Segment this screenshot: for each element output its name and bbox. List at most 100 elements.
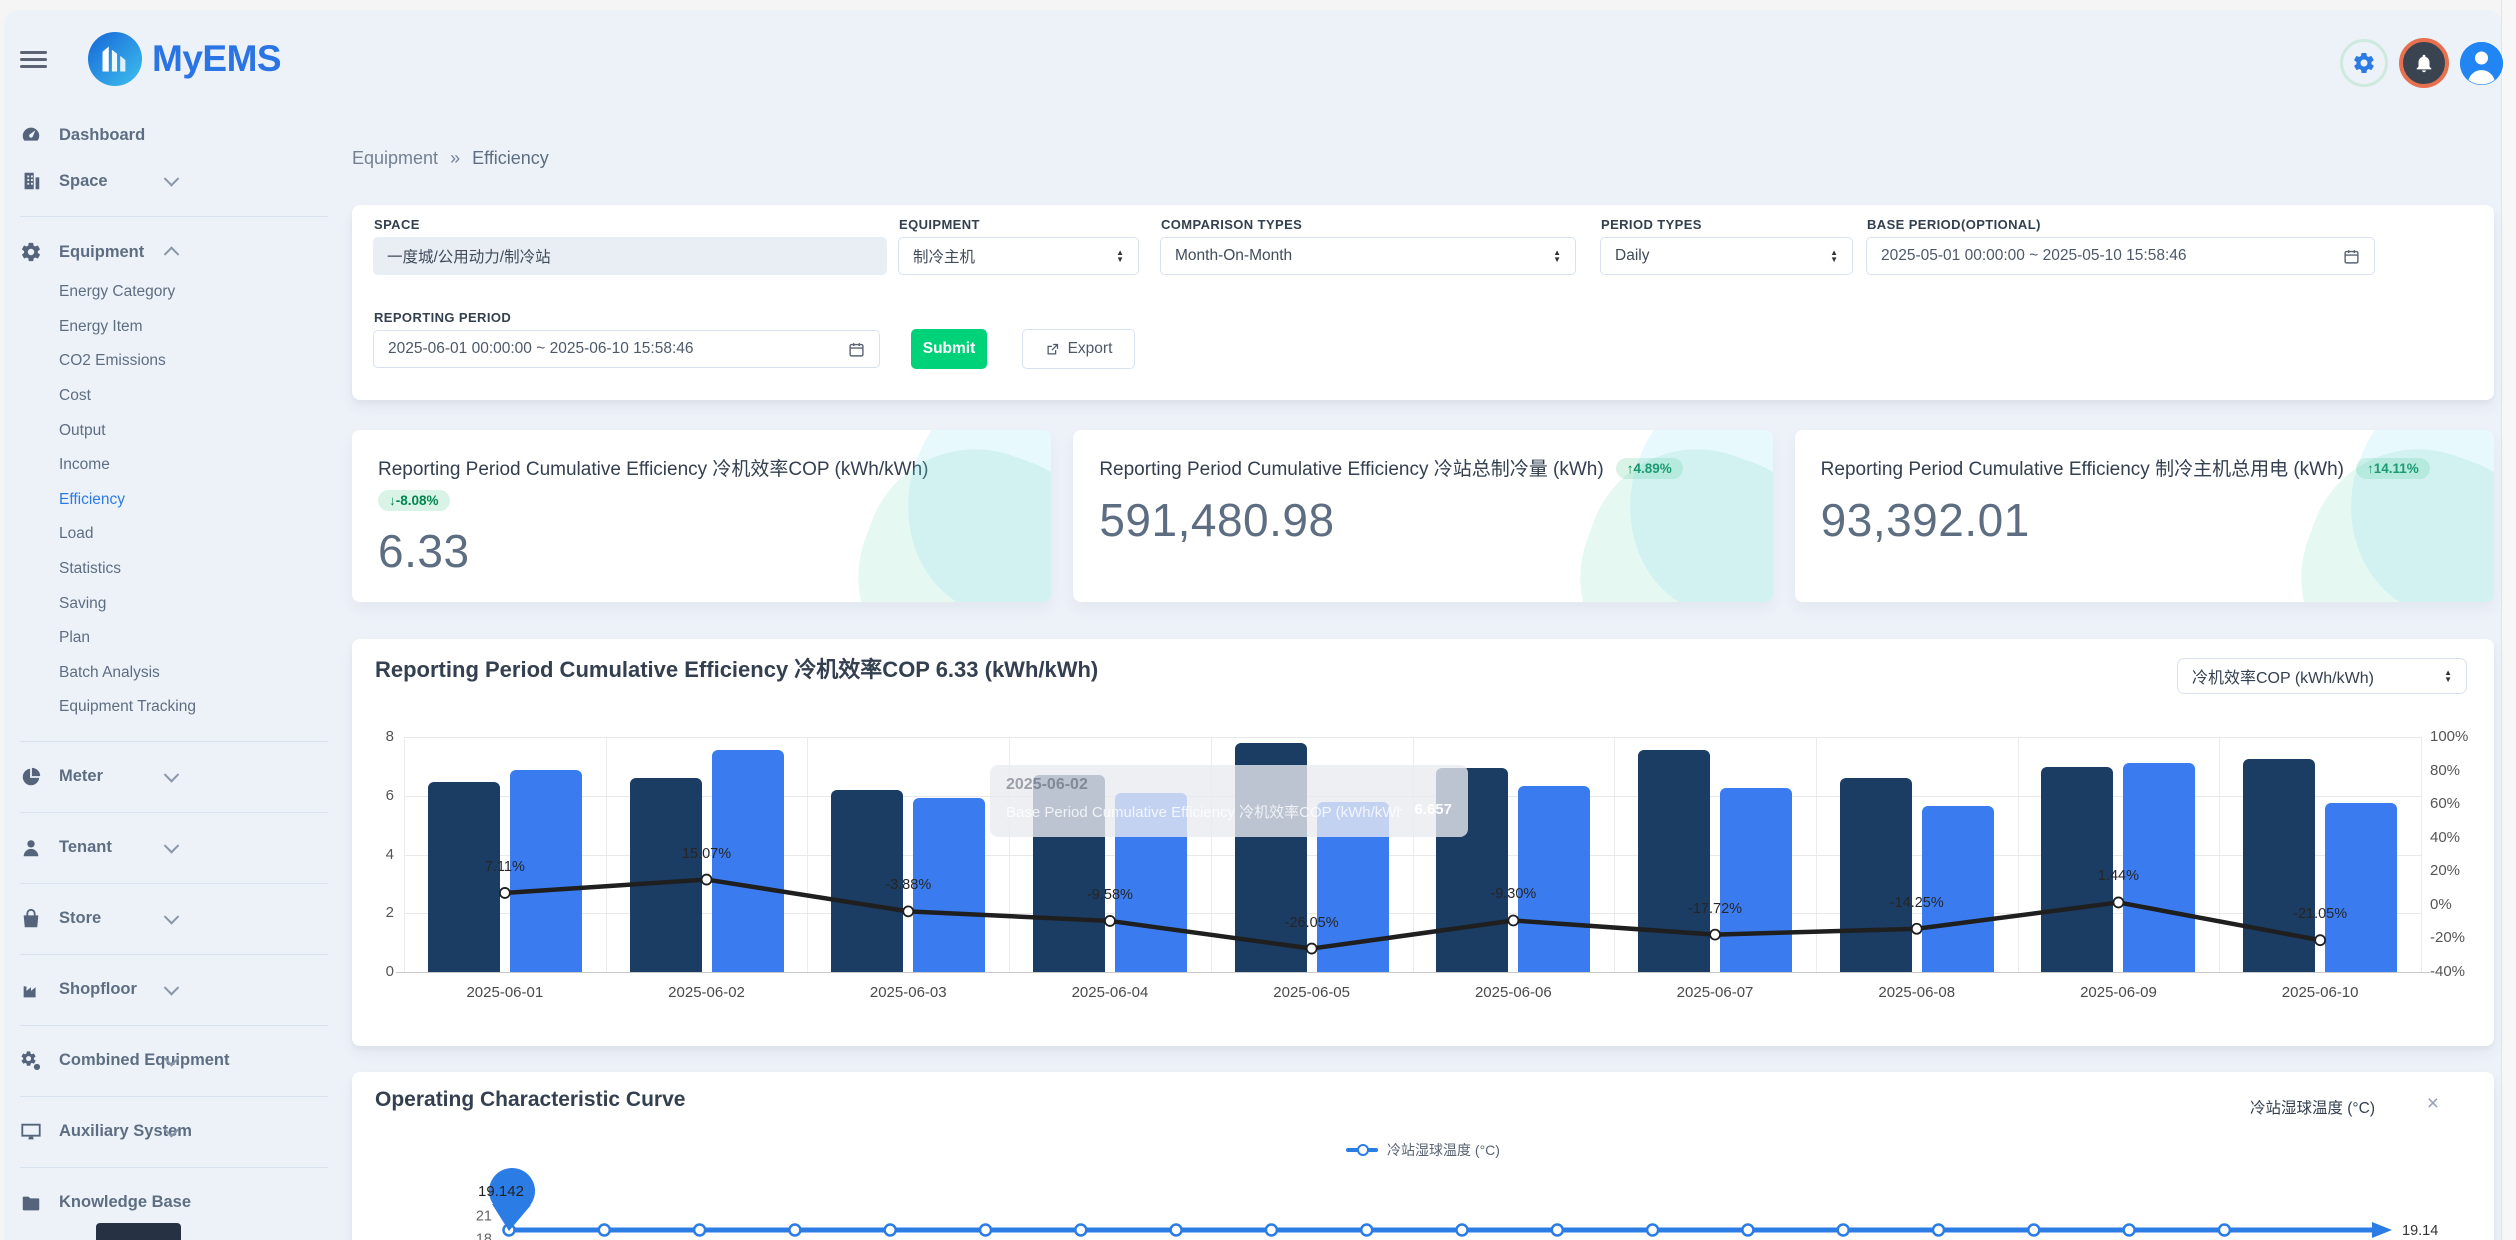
- chevron-down-icon: [164, 171, 180, 187]
- period-types-value: Daily: [1615, 247, 1649, 265]
- x-axis-category-label: 2025-06-03: [807, 984, 1009, 1001]
- export-button[interactable]: Export: [1022, 329, 1135, 369]
- sidebar-subitem-energy-item[interactable]: Energy Item: [0, 310, 352, 345]
- line-point[interactable]: [1508, 915, 1518, 925]
- user-menu-button[interactable]: [2460, 42, 2503, 85]
- bag-icon: [20, 908, 42, 930]
- sidebar-subitem-statistics[interactable]: Statistics: [0, 552, 352, 587]
- kpi-card-2: Reporting Period Cumulative Efficiency 制…: [1795, 430, 2494, 602]
- sidebar-item-auxiliary-system[interactable]: Auxiliary System: [0, 1109, 352, 1155]
- sidebar-subitem-batch-analysis[interactable]: Batch Analysis: [0, 656, 352, 691]
- sidebar-subitem-energy-category[interactable]: Energy Category: [0, 275, 352, 310]
- sidebar-item-dashboard[interactable]: Dashboard: [0, 112, 352, 158]
- svg-text:21: 21: [476, 1209, 492, 1225]
- period-types-select[interactable]: Daily ▲▼: [1600, 237, 1853, 275]
- curve-point[interactable]: [1075, 1225, 1086, 1236]
- sidebar-item-store[interactable]: Store: [0, 896, 352, 942]
- comparison-types-select[interactable]: Month-On-Month ▲▼: [1160, 237, 1576, 275]
- sidebar-item-knowledge-base[interactable]: Knowledge Base: [0, 1180, 352, 1226]
- sidebar-subitem-co2-emissions[interactable]: CO2 Emissions: [0, 344, 352, 379]
- reporting-period-bar[interactable]: [1518, 786, 1590, 972]
- sidebar-item-meter[interactable]: Meter: [0, 754, 352, 800]
- base-period-bar[interactable]: [1840, 778, 1912, 972]
- sidebar-subitem-efficiency[interactable]: Efficiency: [0, 483, 352, 518]
- sidebar-item-combined-equipment[interactable]: Combined Equipment: [0, 1038, 352, 1084]
- sidebar-item-space[interactable]: Space: [0, 158, 352, 204]
- sidebar-subitem-output[interactable]: Output: [0, 413, 352, 448]
- change-rate-label: -14.25%: [1852, 895, 1982, 911]
- select-arrows-icon: ▲▼: [1553, 249, 1561, 263]
- breadcrumb-parent[interactable]: Equipment: [352, 148, 438, 169]
- curve-point[interactable]: [1838, 1225, 1849, 1236]
- efficiency-chart-card: Reporting Period Cumulative Efficiency 冷…: [352, 639, 2494, 1046]
- curve-point[interactable]: [789, 1225, 800, 1236]
- base-period-bar[interactable]: [2243, 759, 2315, 972]
- line-point[interactable]: [500, 888, 510, 898]
- line-point[interactable]: [903, 906, 913, 916]
- curve-point[interactable]: [2028, 1225, 2039, 1236]
- line-point[interactable]: [1307, 944, 1317, 954]
- bottom-left-overlay: [96, 1223, 181, 1240]
- curve-point[interactable]: [2124, 1225, 2135, 1236]
- line-point[interactable]: [1912, 924, 1922, 934]
- line-point[interactable]: [2315, 935, 2325, 945]
- sidebar-subitem-income[interactable]: Income: [0, 448, 352, 483]
- sidebar-item-shopfloor[interactable]: Shopfloor: [0, 967, 352, 1013]
- submit-button[interactable]: Submit: [911, 329, 987, 369]
- line-point[interactable]: [702, 875, 712, 885]
- sidebar-subitem-cost[interactable]: Cost: [0, 379, 352, 414]
- brand[interactable]: MyEMS: [88, 32, 281, 86]
- curve-point[interactable]: [694, 1225, 705, 1236]
- space-value: 一度城/公用动力/制冷站: [387, 245, 551, 267]
- reporting-period-bar[interactable]: [1720, 788, 1792, 972]
- curve-point[interactable]: [1647, 1225, 1658, 1236]
- curve-point[interactable]: [980, 1225, 991, 1236]
- line-point[interactable]: [1710, 930, 1720, 940]
- sidebar-item-equipment[interactable]: Equipment: [0, 229, 352, 275]
- reporting-period-bar[interactable]: [2325, 803, 2397, 972]
- chevron-up-icon: [164, 246, 180, 262]
- curve-point[interactable]: [1552, 1225, 1563, 1236]
- select-arrows-icon: ▲▼: [1116, 249, 1124, 263]
- period-types-label: PERIOD TYPES: [1601, 217, 1702, 232]
- chevron-down-icon: [164, 909, 180, 925]
- base-period-bar[interactable]: [630, 778, 702, 972]
- kpi-row: Reporting Period Cumulative Efficiency 冷…: [352, 430, 2494, 602]
- comparison-types-value: Month-On-Month: [1175, 247, 1292, 265]
- sidebar-item-tenant[interactable]: Tenant: [0, 825, 352, 871]
- window-scrollbar[interactable]: [2501, 0, 2516, 1240]
- base-period-input[interactable]: 2025-05-01 00:00:00 ~ 2025-05-10 15:58:4…: [1866, 237, 2375, 275]
- export-icon: [1045, 342, 1060, 357]
- curve-point[interactable]: [1933, 1225, 1944, 1236]
- curve-point[interactable]: [885, 1225, 896, 1236]
- space-input[interactable]: 一度城/公用动力/制冷站: [373, 237, 887, 275]
- notifications-button[interactable]: [2399, 38, 2449, 88]
- line-point[interactable]: [1105, 916, 1115, 926]
- avatar-icon: [2460, 42, 2503, 85]
- base-period-bar[interactable]: [1638, 750, 1710, 972]
- hamburger-menu-button[interactable]: [20, 51, 47, 68]
- base-period-bar[interactable]: [428, 782, 500, 972]
- brand-logo-icon: [88, 32, 142, 86]
- sidebar-subitem-equipment-tracking[interactable]: Equipment Tracking: [0, 690, 352, 725]
- curve-point[interactable]: [1171, 1225, 1182, 1236]
- sidebar-subitem-saving[interactable]: Saving: [0, 586, 352, 621]
- y-axis-tick-right: 0%: [2430, 896, 2452, 913]
- change-rate-label: -17.72%: [1650, 901, 1780, 917]
- gears-icon: [20, 1050, 42, 1072]
- reporting-period-input[interactable]: 2025-06-01 00:00:00 ~ 2025-06-10 15:58:4…: [373, 330, 880, 368]
- curve-point[interactable]: [2219, 1225, 2230, 1236]
- curve-point[interactable]: [1742, 1225, 1753, 1236]
- reporting-period-bar[interactable]: [1922, 806, 1994, 972]
- header-actions: [2340, 38, 2503, 88]
- line-point[interactable]: [2113, 897, 2123, 907]
- sidebar-subitem-plan[interactable]: Plan: [0, 621, 352, 656]
- settings-button[interactable]: [2340, 39, 2388, 87]
- curve-point[interactable]: [1457, 1225, 1468, 1236]
- curve-point[interactable]: [1361, 1225, 1372, 1236]
- curve-point[interactable]: [599, 1225, 610, 1236]
- sidebar-subitem-load[interactable]: Load: [0, 517, 352, 552]
- pie-icon: [20, 766, 42, 788]
- equipment-select[interactable]: 制冷主机 ▲▼: [898, 237, 1139, 275]
- curve-point[interactable]: [1266, 1225, 1277, 1236]
